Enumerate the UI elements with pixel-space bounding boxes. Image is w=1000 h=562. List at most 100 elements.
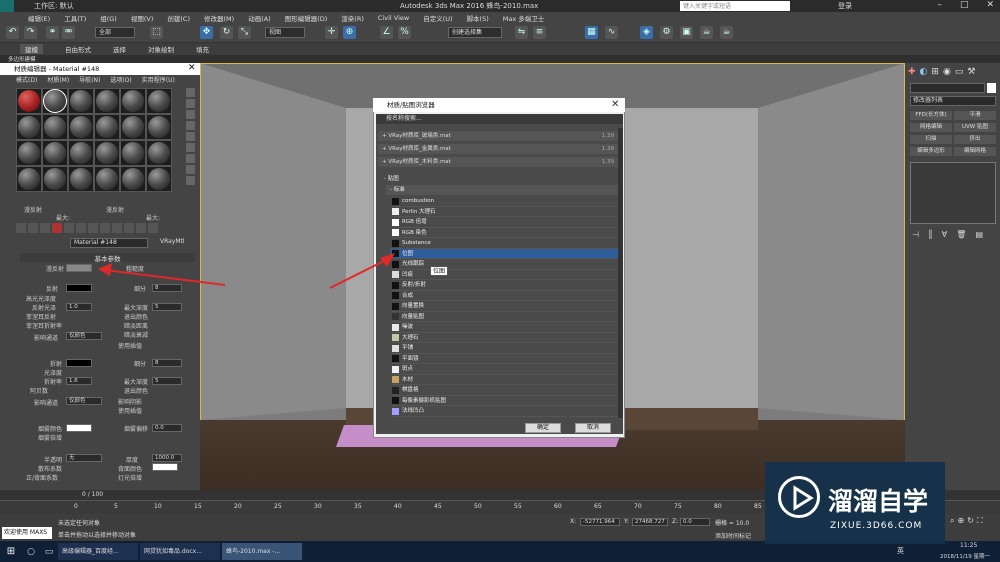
- menu-item[interactable]: 渲染(R): [341, 13, 364, 23]
- mirror-icon[interactable]: ⇋: [515, 26, 528, 39]
- align-icon[interactable]: ≡: [533, 26, 546, 39]
- render-icon[interactable]: ☕: [700, 26, 713, 39]
- remove-modifier-icon[interactable]: 🗑: [956, 230, 966, 239]
- fog-color-swatch[interactable]: [66, 424, 92, 432]
- ior-field[interactable]: 1.6: [66, 377, 92, 385]
- reset-map-icon[interactable]: [52, 223, 62, 233]
- ime-indicator[interactable]: 英: [897, 546, 904, 556]
- standard-subsection-header[interactable]: - 标准: [386, 185, 618, 195]
- map-list-item[interactable]: RGB 倍增: [390, 217, 618, 228]
- modifier-button-7[interactable]: 编辑多边形: [910, 147, 952, 156]
- put-to-scene-icon[interactable]: [28, 223, 38, 233]
- close-icon[interactable]: ✕: [986, 0, 994, 10]
- material-slot[interactable]: [68, 114, 94, 140]
- material-slot[interactable]: [68, 88, 94, 114]
- snap-icon[interactable]: ⊕: [343, 26, 356, 39]
- login-link[interactable]: 登录: [838, 1, 852, 11]
- material-slot[interactable]: [120, 166, 146, 192]
- map-list-item[interactable]: Substance: [390, 238, 618, 249]
- dialog-close-icon[interactable]: ✕: [611, 98, 619, 112]
- minimize-icon[interactable]: –: [937, 0, 942, 10]
- affect-channels-dropdown[interactable]: 仅颜色: [66, 332, 102, 340]
- map-list-item[interactable]: 合成: [390, 290, 618, 301]
- library-row[interactable]: + VRay材质库_金属类.mat 1.39: [378, 144, 618, 154]
- refract-swatch[interactable]: [66, 359, 92, 367]
- material-slot[interactable]: [42, 114, 68, 140]
- render-frame-icon[interactable]: ▣: [680, 26, 693, 39]
- unique-icon[interactable]: [76, 223, 86, 233]
- refr-affect-channels-dropdown[interactable]: 仅颜色: [66, 397, 102, 405]
- ok-button[interactable]: 确定: [525, 423, 561, 433]
- menu-item[interactable]: 动画(A): [248, 13, 271, 23]
- map-list-item[interactable]: 木材: [390, 374, 618, 385]
- go-to-parent-icon[interactable]: [136, 223, 146, 233]
- fog-bias-field[interactable]: 0.0: [152, 424, 182, 432]
- material-slot[interactable]: [68, 140, 94, 166]
- menu-item[interactable]: 视图(V): [131, 13, 154, 23]
- menu-item[interactable]: 修改器(M): [204, 13, 234, 23]
- backlight-icon[interactable]: [186, 99, 195, 108]
- schematic-view-icon[interactable]: ▦: [585, 26, 598, 39]
- reference-coord-dropdown[interactable]: 视图: [265, 27, 305, 38]
- material-slot[interactable]: [146, 88, 172, 114]
- percent-snap-icon[interactable]: %: [398, 26, 411, 39]
- y-coord-field[interactable]: 27468.727: [632, 518, 668, 526]
- map-list-item[interactable]: 每像素摄影机贴图: [390, 395, 618, 406]
- taskbar-search-icon[interactable]: ○: [22, 547, 40, 557]
- make-preview-icon[interactable]: [186, 143, 195, 152]
- zoom-icon[interactable]: ⌕: [950, 516, 954, 526]
- orbit-icon[interactable]: ↻: [967, 516, 974, 526]
- material-navigator-icon[interactable]: [186, 176, 195, 185]
- material-slot[interactable]: [146, 114, 172, 140]
- menu-item[interactable]: 工具(T): [64, 13, 86, 23]
- material-slot[interactable]: [42, 166, 68, 192]
- sample-type-icon[interactable]: [186, 88, 195, 97]
- search-input[interactable]: 键入关键字或短语: [680, 1, 790, 11]
- menu-item[interactable]: Civil View: [378, 14, 409, 22]
- maximize-viewport-icon[interactable]: ⛶: [977, 516, 983, 526]
- menu-item[interactable]: 自定义(U): [423, 13, 452, 23]
- refr-subdivs-field[interactable]: 8: [152, 359, 182, 367]
- affect-shadows-checkbox[interactable]: 影响阴影: [118, 397, 142, 406]
- use-interp-checkbox[interactable]: 使用插值: [118, 341, 142, 350]
- make-unique-icon[interactable]: ∀: [942, 230, 947, 239]
- ribbon-tab[interactable]: 建模: [20, 44, 43, 54]
- pivot-icon[interactable]: ✛: [325, 26, 338, 39]
- select-object-icon[interactable]: ⬚: [150, 26, 163, 39]
- diffuse-swatch[interactable]: [66, 264, 92, 272]
- material-slot[interactable]: [146, 140, 172, 166]
- material-slot[interactable]: [120, 140, 146, 166]
- add-time-tag-label[interactable]: 添加时间标记: [715, 531, 751, 540]
- get-material-icon[interactable]: [16, 223, 26, 233]
- map-list-item[interactable]: 棋盘格: [390, 385, 618, 396]
- dialog-search-input[interactable]: 按名称搜索...: [376, 114, 623, 124]
- map-list-item[interactable]: 反射/折射: [390, 280, 618, 291]
- map-list-item[interactable]: 平面镜: [390, 353, 618, 364]
- object-color-swatch[interactable]: [987, 83, 996, 93]
- task-view-icon[interactable]: ▭: [40, 547, 58, 557]
- basic-params-rollout[interactable]: 基本参数: [20, 253, 195, 263]
- map-list-item[interactable]: 向量置换: [390, 301, 618, 312]
- modifier-list-dropdown[interactable]: 修改器列表: [910, 96, 996, 106]
- modifier-button-6[interactable]: 挤出: [954, 135, 996, 144]
- ribbon-tab[interactable]: 填充: [196, 44, 209, 54]
- map-list-item[interactable]: 噪波: [390, 322, 618, 333]
- refr-use-interp-checkbox[interactable]: 使用插值: [118, 406, 142, 415]
- material-editor-menu-item[interactable]: 实用程序(U): [142, 75, 175, 86]
- scale-icon[interactable]: ⤡: [238, 26, 251, 39]
- copy-material-icon[interactable]: [64, 223, 74, 233]
- reflect-swatch[interactable]: [66, 284, 92, 292]
- map-list-item[interactable]: 光线跟踪: [390, 259, 618, 270]
- put-to-library-icon[interactable]: [88, 223, 98, 233]
- translucency-dropdown[interactable]: 无: [66, 454, 102, 462]
- material-type-button[interactable]: VRayMtl: [160, 238, 185, 245]
- menu-item[interactable]: 组(G): [100, 13, 117, 23]
- workspace-selector[interactable]: 工作区: 默认: [34, 1, 74, 11]
- menu-item[interactable]: 创建(C): [167, 13, 190, 23]
- menu-item[interactable]: 编辑(E): [28, 13, 50, 23]
- unlink-icon[interactable]: ⚮: [62, 26, 75, 39]
- material-slot[interactable]: [94, 166, 120, 192]
- modifier-button-4[interactable]: UVW 贴图: [954, 123, 996, 132]
- material-id-icon[interactable]: [100, 223, 110, 233]
- modifier-button-8[interactable]: 编辑网格: [954, 147, 996, 156]
